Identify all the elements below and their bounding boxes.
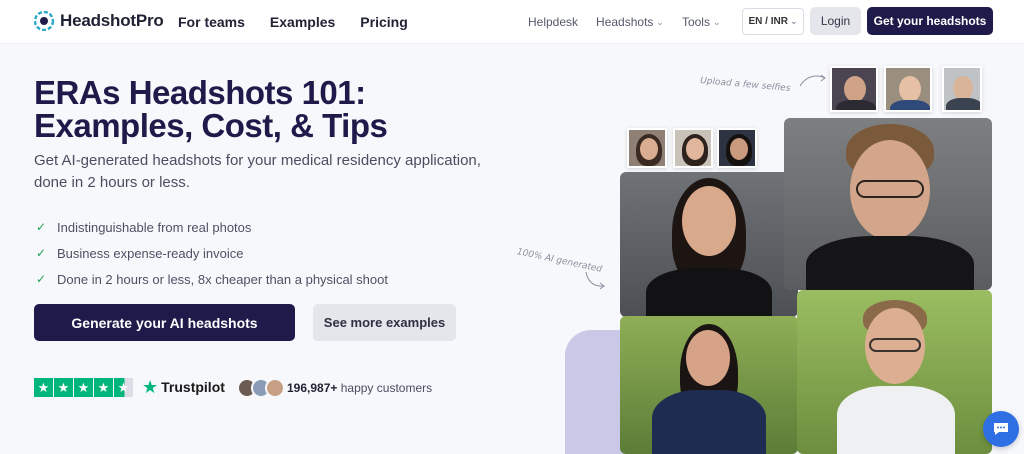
nav-pricing[interactable]: Pricing	[360, 14, 407, 30]
check-icon: ✓	[36, 246, 47, 260]
aperture-icon	[34, 11, 54, 31]
star-icon: ★	[74, 378, 93, 397]
selfie-thumbnail	[942, 66, 982, 112]
feature-item: ✓ Done in 2 hours or less, 8x cheaper tha…	[36, 266, 388, 292]
nav-helpdesk[interactable]: Helpdesk	[528, 15, 578, 29]
check-icon: ✓	[36, 220, 47, 234]
login-button[interactable]: Login	[810, 7, 861, 35]
star-icon: ★	[54, 378, 73, 397]
chat-widget-button[interactable]	[983, 411, 1019, 447]
customers-label: happy customers	[340, 381, 433, 395]
page-title: ERAs Headshots 101: Examples, Cost, & Ti…	[34, 74, 388, 144]
arrow-icon	[585, 271, 605, 290]
feature-text: Indistinguishable from real photos	[57, 219, 252, 235]
site-header: HeadshotPro For teams Examples Pricing H…	[0, 0, 1024, 44]
selfie-thumbnail	[830, 66, 878, 112]
ai-headshot-woman-blazer	[620, 316, 798, 454]
chevron-down-icon: ⌄	[656, 16, 664, 27]
trustpilot-logo[interactable]: ★ Trustpilot	[142, 378, 225, 396]
chevron-down-icon: ⌄	[789, 16, 798, 26]
selfie-thumbnail	[673, 128, 713, 168]
feature-text: Business expense-ready invoice	[57, 245, 244, 261]
feature-text: Done in 2 hours or less, 8x cheaper than…	[57, 271, 388, 287]
get-headshots-button[interactable]: Get your headshots	[867, 7, 993, 35]
generate-headshots-button[interactable]: Generate your AI headshots	[34, 304, 295, 341]
secondary-nav: Helpdesk Headshots ⌄ Tools ⌄	[528, 15, 721, 29]
feature-list: ✓ Indistinguishable from real photos ✓ Bus…	[36, 214, 388, 292]
avatar	[265, 378, 285, 398]
star-icon: ★	[34, 378, 53, 397]
language-currency-select[interactable]: EN / INR ⌄	[742, 8, 804, 35]
ai-headshot-man-white-shirt	[797, 290, 992, 454]
arrow-icon	[799, 74, 826, 87]
happy-customers-count: 196,987+ happy customers	[287, 381, 432, 395]
nav-examples[interactable]: Examples	[270, 14, 335, 30]
hero-subtitle: Get AI-generated headshots for your medi…	[34, 152, 481, 191]
selfie-thumbnail	[717, 128, 757, 168]
feature-item: ✓ Indistinguishable from real photos	[36, 214, 388, 240]
check-icon: ✓	[36, 272, 47, 286]
nav-for-teams[interactable]: For teams	[178, 14, 245, 30]
feature-item: ✓ Business expense-ready invoice	[36, 240, 388, 266]
nav-headshots-dropdown[interactable]: Headshots ⌄	[596, 15, 664, 29]
customers-number: 196,987+	[287, 381, 338, 395]
ai-headshot-woman-black-top	[620, 172, 798, 317]
logo[interactable]: HeadshotPro	[34, 11, 164, 31]
chevron-down-icon: ⌄	[712, 16, 721, 27]
main-nav: For teams Examples Pricing	[178, 14, 408, 30]
logo-text: HeadshotPro	[60, 11, 164, 30]
ai-headshot-man-glasses-dark	[784, 118, 992, 290]
selfie-thumbnail	[627, 128, 667, 168]
customer-avatars	[237, 378, 285, 398]
star-icon: ★	[94, 378, 113, 397]
trustpilot-rating: ★ ★ ★ ★ ★	[34, 378, 133, 397]
nav-tools-label: Tools	[681, 15, 710, 29]
chat-bubble-icon	[994, 423, 1008, 435]
nav-helpdesk-label: Helpdesk	[528, 15, 579, 29]
see-more-examples-button[interactable]: See more examples	[313, 304, 456, 341]
language-currency-value: EN / INR	[748, 16, 788, 27]
nav-tools-dropdown[interactable]: Tools ⌄	[682, 15, 721, 29]
nav-headshots-label: Headshots	[596, 15, 654, 29]
trustpilot-star-icon: ★	[142, 377, 159, 397]
upload-selfies-annotation: Upload a few selfies	[699, 76, 791, 94]
selfie-thumbnail	[884, 66, 932, 112]
star-half-icon: ★	[114, 378, 133, 397]
trustpilot-label: Trustpilot	[161, 379, 225, 395]
